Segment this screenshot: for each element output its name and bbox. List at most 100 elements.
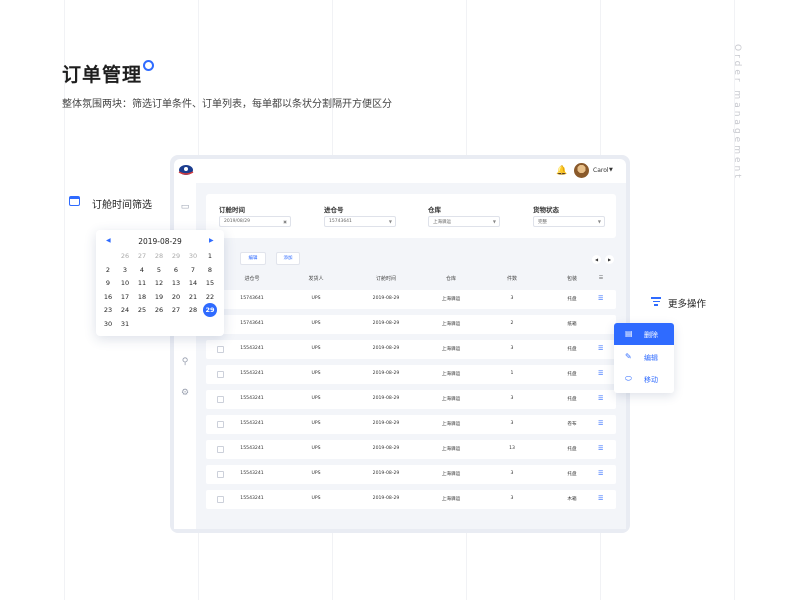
calendar-day[interactable]: 24 [118,303,132,317]
calendar-day[interactable]: 23 [101,303,115,317]
calendar-day[interactable]: 25 [135,303,149,317]
monitor-icon[interactable]: ▭ [179,202,191,212]
move-label: 移动 [644,376,658,384]
cell-count: 3 [510,396,514,401]
cell-packaging: 托盘 [567,472,577,477]
calendar-day[interactable]: 30 [186,249,200,263]
cell-warehouse: 上海驿运 [441,447,461,452]
move-menu-item[interactable]: ⬭ 移动 [614,368,674,390]
calendar-day[interactable]: 11 [135,276,149,290]
calendar-day[interactable]: 26 [118,249,132,263]
more-ops-icon[interactable]: ☰ [598,445,603,452]
warehouse-value: 上海驿运 [433,220,451,225]
calendar-day[interactable]: 8 [203,263,217,277]
cell-count: 3 [510,496,514,501]
status-select[interactable]: 完整 ▼ [533,216,605,227]
calendar-day[interactable]: 27 [169,303,183,317]
table-row[interactable]: 15743641 UPS 2019-08-29 上海驿运 2 纸箱 [206,315,616,334]
username[interactable]: Carol [593,167,609,174]
add-button[interactable]: 添加 [276,252,300,265]
calendar-day[interactable]: 1 [203,249,217,263]
table-row[interactable]: 15543241 UPS 2019-08-29 上海驿运 3 托盘 ☰ [206,465,616,484]
gear-icon[interactable]: ⚙ [179,388,191,398]
warehouse-select[interactable]: 上海驿运 ▼ [428,216,500,227]
calendar-day[interactable]: 18 [135,290,149,304]
edit-menu-item[interactable]: ✎ 编辑 [614,346,674,368]
cell-shipper: UPS [311,321,321,326]
calendar-day[interactable]: 26 [152,303,166,317]
row-checkbox[interactable] [217,396,224,403]
user-icon[interactable]: ⚲ [179,357,191,367]
row-checkbox[interactable] [217,421,224,428]
calendar-icon [69,196,80,206]
row-checkbox[interactable] [217,471,224,478]
more-ops-icon[interactable]: ☰ [598,495,603,502]
calendar-day[interactable]: 6 [169,263,183,277]
table-row[interactable]: 15543241 UPS 2019-08-29 上海驿运 3 托盘 ☰ [206,340,616,359]
cell-entry: 15543241 [240,471,264,476]
more-ops-icon[interactable]: ☰ [598,345,603,352]
filter-lines-icon[interactable]: ☰ [599,275,603,281]
calendar-day[interactable]: 10 [118,276,132,290]
calendar-day[interactable]: 13 [169,276,183,290]
calendar-day[interactable]: 9 [101,276,115,290]
entry-number-input[interactable]: 15743641 ▼ [324,216,396,227]
delete-menu-item[interactable]: ▤ 删除 [614,323,674,345]
next-page-icon[interactable]: ▶ [605,255,614,264]
cell-shipper: UPS [311,346,321,351]
more-ops-icon[interactable]: ☰ [598,395,603,402]
table-row[interactable]: 15543241 UPS 2019-08-29 上海驿运 13 托盘 ☰ [206,440,616,459]
calendar-day[interactable]: 14 [186,276,200,290]
calendar-day[interactable]: 30 [101,317,115,331]
calendar-day[interactable]: 7 [186,263,200,277]
calendar-day[interactable]: 29 [203,303,217,317]
calendar-day[interactable]: 29 [169,249,183,263]
calendar-day[interactable]: 4 [135,263,149,277]
cell-count: 3 [510,421,514,426]
row-checkbox[interactable] [217,346,224,353]
date-picker[interactable]: ◀ 2019-08-29 ▶ 26 27 28 29 30 1 2 3 4 5 6 7 8 9 10 11 12… [96,230,224,336]
chevron-down-icon[interactable]: ▼ [609,167,613,173]
calendar-day[interactable]: 16 [101,290,115,304]
date-filter-value: 2019/08/29 [224,219,250,224]
more-ops-icon[interactable]: ☰ [598,370,603,377]
date-picker-title: 2019-08-29 [138,237,182,246]
next-month-icon[interactable]: ▶ [209,237,214,244]
table-row[interactable]: 15543241 UPS 2019-08-29 上海驿运 3 木箱 ☰ [206,490,616,509]
table-header: 进仓号 发货人 订舱时间 仓库 件数 包装 ☰ [206,272,616,286]
prev-page-icon[interactable]: ◀ [592,255,601,264]
title-ring-icon [143,60,154,71]
cell-packaging: 卷布 [567,422,577,427]
calendar-day[interactable]: 2 [101,263,115,277]
calendar-day[interactable]: 3 [118,263,132,277]
cell-packaging: 纸箱 [567,322,577,327]
calendar-day[interactable]: 12 [152,276,166,290]
more-ops-icon[interactable]: ☰ [598,420,603,427]
cell-warehouse: 上海驿运 [441,347,461,352]
date-filter-input[interactable]: 2019/08/29 ▣ [219,216,291,227]
calendar-day[interactable]: 28 [186,303,200,317]
calendar-day[interactable]: 22 [203,290,217,304]
calendar-day[interactable]: 5 [152,263,166,277]
calendar-day[interactable]: 31 [118,317,132,331]
row-checkbox[interactable] [217,496,224,503]
table-row[interactable]: 15743641 UPS 2019-08-29 上海驿运 3 托盘 ☰ [206,290,616,309]
table-row[interactable]: 15543241 UPS 2019-08-29 上海驿运 1 托盘 ☰ [206,365,616,384]
table-row[interactable]: 15543241 UPS 2019-08-29 上海驿运 3 托盘 ☰ [206,390,616,409]
row-checkbox[interactable] [217,371,224,378]
more-ops-icon[interactable]: ☰ [598,295,603,302]
avatar[interactable] [574,163,589,178]
row-checkbox[interactable] [217,446,224,453]
bell-icon[interactable]: 🔔 [556,166,567,176]
more-ops-icon[interactable]: ☰ [598,470,603,477]
edit-button[interactable]: 编辑 [240,252,266,265]
calendar-day[interactable]: 19 [152,290,166,304]
calendar-day[interactable]: 27 [135,249,149,263]
table-row[interactable]: 15543241 UPS 2019-08-29 上海驿运 3 卷布 ☰ [206,415,616,434]
cell-date: 2019-08-29 [372,371,400,376]
calendar-day[interactable]: 17 [118,290,132,304]
calendar-day[interactable]: 28 [152,249,166,263]
calendar-day[interactable]: 15 [203,276,217,290]
calendar-day[interactable]: 21 [186,290,200,304]
calendar-day[interactable]: 20 [169,290,183,304]
